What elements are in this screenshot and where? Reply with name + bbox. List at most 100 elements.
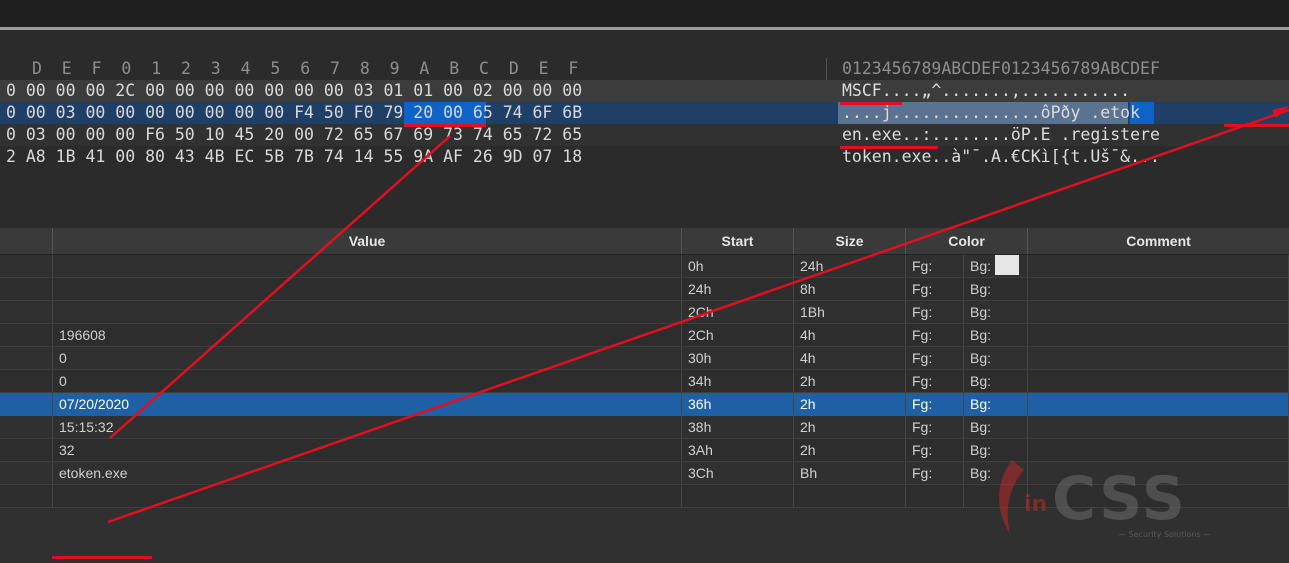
fg-color-cell[interactable]: Fg:	[906, 347, 964, 369]
table-row[interactable]: 0 30h 4h Fg: Bg:	[0, 347, 1289, 370]
annotation-underline	[404, 124, 486, 127]
grid-header: Value Start Size Color Comment	[0, 228, 1289, 255]
value-cell: 0	[53, 347, 682, 369]
hex-offset-header: D E F 0 1 2 3 4 5 6 7 8 9 A B C D E F	[32, 59, 579, 78]
annotation-underline	[1224, 124, 1289, 127]
table-row[interactable]: 2Ch 1Bh Fg: Bg:	[0, 301, 1289, 324]
fg-color-cell[interactable]: Fg:	[906, 370, 964, 392]
value-cell: 32	[53, 439, 682, 461]
size-cell: 1Bh	[794, 301, 906, 323]
bg-color-cell[interactable]: Bg:	[964, 278, 1028, 300]
start-cell: 2Ch	[682, 301, 794, 323]
name-cell	[0, 370, 53, 392]
hex-bytes[interactable]: 0 03 00 00 00 F6 50 10 45 20 00 72 65 67…	[6, 124, 582, 146]
hex-bytes[interactable]: 0 00 00 00 2C 00 00 00 00 00 00 00 03 01…	[6, 80, 582, 102]
table-row[interactable]: 0 34h 2h Fg: Bg:	[0, 370, 1289, 393]
bg-label: Bg:	[970, 258, 992, 274]
table-row[interactable]: 0h 24h Fg: Bg:	[0, 255, 1289, 278]
start-cell: 38h	[682, 416, 794, 438]
bg-color-swatch[interactable]	[995, 255, 1020, 275]
name-cell	[0, 462, 53, 484]
start-cell: 2Ch	[682, 324, 794, 346]
start-cell: 34h	[682, 370, 794, 392]
comment-cell	[1028, 347, 1289, 369]
bg-color-cell[interactable]: Bg:	[964, 393, 1028, 415]
hex-ascii[interactable]: MSCF....„^.......,...........	[842, 80, 1130, 102]
comment-cell	[1028, 324, 1289, 346]
value-cell	[53, 485, 682, 507]
size-cell: 2h	[794, 439, 906, 461]
comment-cell	[1028, 301, 1289, 323]
name-cell	[0, 485, 53, 507]
value-cell	[53, 255, 682, 277]
table-row-selected[interactable]: 07/20/2020 36h 2h Fg: Bg:	[0, 393, 1289, 416]
watermark-logo: in CSS — Security Solutions —	[990, 450, 1250, 540]
start-cell: 3Ch	[682, 462, 794, 484]
name-cell	[0, 416, 53, 438]
hex-ascii[interactable]: ....j...............ôPðy .etok	[842, 102, 1140, 124]
comment-cell	[1028, 370, 1289, 392]
bg-color-cell[interactable]: Bg:	[964, 370, 1028, 392]
size-cell: 2h	[794, 416, 906, 438]
comment-cell	[1028, 416, 1289, 438]
column-header-color[interactable]: Color	[906, 228, 1028, 254]
bg-color-cell[interactable]: Bg:	[964, 416, 1028, 438]
hex-row[interactable]: 0 00 03 00 00 00 00 00 00 00 F4 50 F0 79…	[0, 102, 1289, 124]
hex-ascii[interactable]: token.exe..à"¯.A.€CKì[{t.Uš¯&...	[842, 146, 1160, 168]
fg-color-cell[interactable]: Fg:	[906, 255, 964, 277]
watermark-tagline: — Security Solutions —	[1118, 530, 1212, 539]
start-cell: 24h	[682, 278, 794, 300]
hex-bytes[interactable]: 0 00 03 00 00 00 00 00 00 00 F4 50 F0 79…	[6, 102, 582, 124]
name-cell	[0, 324, 53, 346]
value-cell: etoken.exe	[53, 462, 682, 484]
fg-color-cell[interactable]: Fg:	[906, 416, 964, 438]
bg-color-cell[interactable]: Bg:	[964, 301, 1028, 323]
annotation-underline	[52, 556, 152, 559]
column-header-value[interactable]: Value	[53, 228, 682, 254]
column-header-size[interactable]: Size	[794, 228, 906, 254]
fg-color-cell[interactable]: Fg:	[906, 301, 964, 323]
bg-color-cell[interactable]: Bg:	[964, 255, 1028, 277]
value-cell	[53, 278, 682, 300]
name-cell	[0, 255, 53, 277]
size-cell: 24h	[794, 255, 906, 277]
hex-ascii[interactable]: en.exe..:........öP.E .registere	[842, 124, 1160, 146]
annotation-underline	[840, 146, 938, 149]
value-cell: 196608	[53, 324, 682, 346]
hex-row[interactable]: 2 A8 1B 41 00 80 43 4B EC 5B 7B 74 14 55…	[0, 146, 1289, 168]
column-header-comment[interactable]: Comment	[1028, 228, 1289, 254]
fg-color-cell[interactable]: Fg:	[906, 324, 964, 346]
comment-cell	[1028, 393, 1289, 415]
start-cell: 0h	[682, 255, 794, 277]
name-cell	[0, 347, 53, 369]
hex-ascii-header: 0123456789ABCDEF0123456789ABCDEF	[842, 59, 1160, 78]
table-row[interactable]: 196608 2Ch 4h Fg: Bg:	[0, 324, 1289, 347]
start-cell: 30h	[682, 347, 794, 369]
fg-color-cell[interactable]: Fg:	[906, 393, 964, 415]
column-header-start[interactable]: Start	[682, 228, 794, 254]
hex-bytes[interactable]: 2 A8 1B 41 00 80 43 4B EC 5B 7B 74 14 55…	[6, 146, 582, 168]
fg-color-cell[interactable]: Fg:	[906, 462, 964, 484]
start-cell: 36h	[682, 393, 794, 415]
table-row[interactable]: 24h 8h Fg: Bg:	[0, 278, 1289, 301]
size-cell: 2h	[794, 370, 906, 392]
value-cell: 0	[53, 370, 682, 392]
table-row[interactable]: 15:15:32 38h 2h Fg: Bg:	[0, 416, 1289, 439]
bg-color-cell[interactable]: Bg:	[964, 324, 1028, 346]
bg-color-cell[interactable]: Bg:	[964, 347, 1028, 369]
annotation-underline	[840, 102, 902, 105]
fg-color-cell[interactable]: Fg:	[906, 278, 964, 300]
value-cell: 07/20/2020	[53, 393, 682, 415]
name-cell	[0, 301, 53, 323]
name-cell	[0, 439, 53, 461]
hex-row[interactable]: 0 03 00 00 00 F6 50 10 45 20 00 72 65 67…	[0, 124, 1289, 146]
value-cell	[53, 301, 682, 323]
size-cell: 8h	[794, 278, 906, 300]
hex-row[interactable]: 0 00 00 00 2C 00 00 00 00 00 00 00 03 01…	[0, 80, 1289, 102]
hex-view[interactable]: D E F 0 1 2 3 4 5 6 7 8 9 A B C D E F 01…	[0, 30, 1289, 228]
watermark-prefix: in	[1024, 492, 1048, 517]
column-header-name[interactable]	[0, 228, 53, 254]
comment-cell	[1028, 278, 1289, 300]
fg-color-cell[interactable]	[906, 485, 964, 507]
fg-color-cell[interactable]: Fg:	[906, 439, 964, 461]
